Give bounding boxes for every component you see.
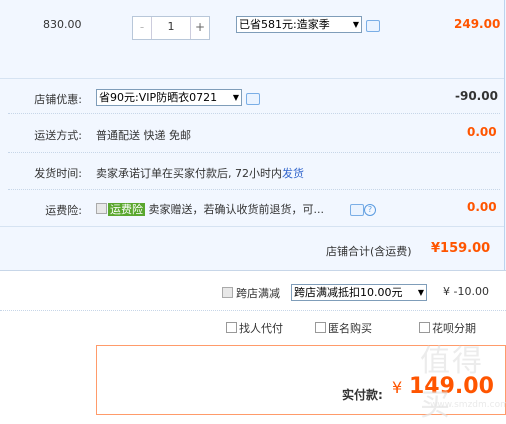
shop-total-label: 店铺合计(含运费) — [326, 245, 412, 258]
shipping-method: 普通配送 快递 免邮 — [96, 129, 191, 142]
insurance-text: 卖家赠送，若确认收货前退货，可... — [148, 203, 325, 216]
item-price: 830.00 — [43, 18, 82, 31]
quantity-decrease-button[interactable]: - — [133, 17, 152, 39]
chevron-down-icon: ▼ — [232, 93, 239, 102]
insurance-tag: 运费险 — [108, 203, 145, 216]
delivery-info: 卖家承诺订单在买家付款后, 72小时内发货 — [96, 165, 304, 181]
divider — [8, 113, 500, 114]
delivery-label: 发货时间: — [34, 167, 82, 180]
cross-shop-select-value: 跨店满减抵扣10.00元 — [294, 286, 403, 299]
insurance-label: 运费险: — [45, 204, 82, 217]
divider — [0, 310, 506, 311]
shipping-amount: 0.00 — [467, 125, 497, 139]
shipping-label: 运送方式: — [34, 129, 82, 142]
proxy-pay-checkbox[interactable] — [226, 322, 237, 333]
chevron-down-icon: ▼ — [417, 288, 424, 297]
chevron-down-icon: ▼ — [352, 20, 359, 29]
item-discount-select-value: 已省581元:造家季 — [239, 18, 330, 31]
divider — [8, 152, 500, 153]
cross-shop-checkbox[interactable] — [222, 287, 233, 298]
quantity-input[interactable]: 1 — [152, 17, 190, 39]
installment-label: 花呗分期 — [432, 322, 476, 335]
anonymous-label: 匿名购买 — [328, 322, 372, 335]
cross-shop-label: 跨店满减 — [236, 287, 280, 300]
shop-total-amount: ¥159.00 — [431, 241, 491, 256]
item-subtotal: 249.00 — [454, 17, 501, 31]
divider — [0, 270, 506, 271]
chat-icon[interactable] — [366, 20, 380, 32]
installment-checkbox[interactable] — [419, 322, 430, 333]
cross-shop-select[interactable]: 跨店满减抵扣10.00元 ▼ — [291, 284, 427, 301]
quantity-stepper[interactable]: - 1 + — [132, 16, 210, 40]
shop-promo-select[interactable]: 省90元:VIP防晒衣0721 ▼ — [96, 89, 242, 106]
panel-border — [504, 0, 505, 270]
delivery-link[interactable]: 发货 — [282, 167, 304, 180]
payment-label: 实付款: — [342, 388, 383, 402]
divider — [0, 226, 504, 227]
insurance-info: 运费险 卖家赠送，若确认收货前退货，可... — [108, 201, 324, 217]
delivery-text: 卖家承诺订单在买家付款后, 72小时内 — [96, 167, 282, 180]
cross-shop-amount: ¥ -10.00 — [443, 285, 489, 298]
divider — [0, 78, 504, 79]
insurance-checkbox[interactable] — [96, 203, 107, 214]
insurance-amount: 0.00 — [467, 200, 497, 214]
chat-icon[interactable] — [350, 204, 364, 216]
shop-promo-label: 店铺优惠: — [34, 93, 82, 106]
divider — [8, 189, 500, 190]
payment-currency: ¥ — [392, 378, 403, 397]
proxy-pay-label: 找人代付 — [239, 322, 283, 335]
watermark-url: www.smzdm.com — [430, 400, 506, 410]
chat-icon[interactable] — [246, 93, 260, 105]
anonymous-checkbox[interactable] — [315, 322, 326, 333]
item-discount-select[interactable]: 已省581元:造家季 ▼ — [236, 16, 362, 33]
quantity-increase-button[interactable]: + — [190, 17, 209, 39]
shop-promo-select-value: 省90元:VIP防晒衣0721 — [99, 91, 218, 104]
shop-promo-amount: -90.00 — [455, 89, 498, 103]
help-icon[interactable]: ? — [364, 204, 376, 216]
watermark-logo: 值得买 — [420, 344, 484, 423]
